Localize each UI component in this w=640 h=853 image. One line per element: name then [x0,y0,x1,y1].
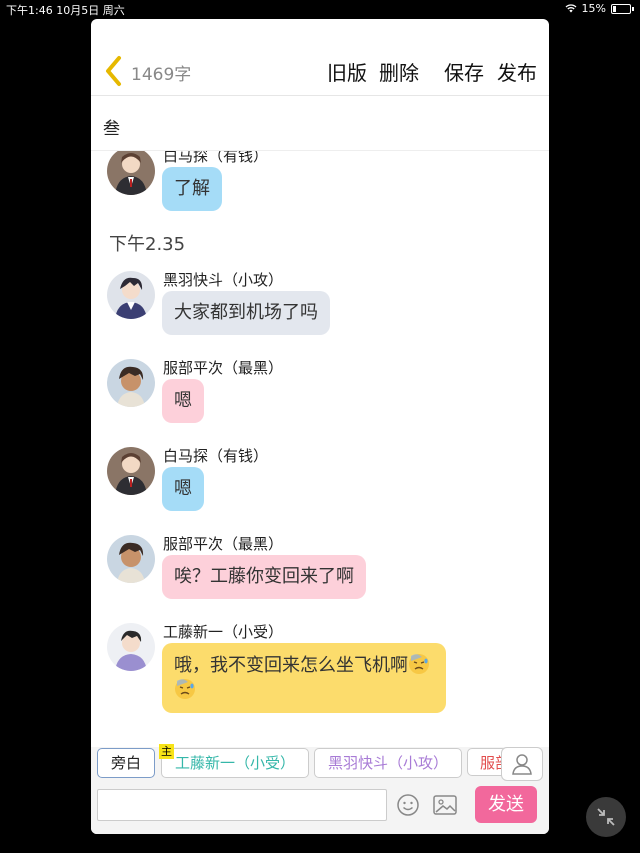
avatar[interactable] [107,359,155,407]
sender-name: 服部平次（最黑） [163,359,284,377]
character-chip-kuroba[interactable]: 黑羽快斗（小攻） [314,748,462,778]
sender-name: 白马探（有钱） [163,151,269,165]
word-count: 1469字 [131,65,192,85]
downcast-sweat-face-icon [175,679,195,699]
image-icon[interactable] [433,794,457,816]
battery-tip [632,6,634,11]
character-chip-kudo[interactable]: 工藤新一（小受） [161,748,309,778]
user-icon [512,754,532,775]
collapse-button[interactable] [586,797,626,837]
save-button[interactable]: 保存 [444,57,484,86]
message-bubble[interactable]: 嗯 [162,467,204,511]
editor-panel: 1469字 旧版 删除 保存 发布 叁 白马探（有钱） 了解 下午2.35 黑羽… [91,19,549,834]
status-right: 15% [565,2,634,15]
timestamp: 下午2.35 [109,234,186,255]
emoji-icon[interactable] [396,793,420,817]
chapter-title[interactable]: 叁 [103,114,120,139]
editor-header: 1469字 旧版 删除 保存 发布 [91,49,549,95]
character-manage-button[interactable] [501,747,543,781]
status-time-date: 下午1:46 10月5日 周六 [6,4,125,17]
sender-name: 白马探（有钱） [163,447,269,465]
message-bubble[interactable]: 大家都到机场了吗 [162,291,330,335]
status-bar: 下午1:46 10月5日 周六 15% [0,0,640,17]
character-chip-narrator[interactable]: 旁白 [97,748,155,778]
battery-icon [611,3,631,14]
message-input[interactable] [97,789,387,821]
sender-name: 服部平次（最黑） [163,535,284,553]
message-bubble[interactable]: 了解 [162,167,222,211]
back-chevron-icon[interactable] [101,54,127,88]
message-bubble[interactable]: 哦，我不变回来怎么坐飞机啊 [162,643,446,713]
header-divider [91,95,549,96]
send-button[interactable]: 发送 [475,786,537,823]
collapse-arrows-icon [597,808,615,826]
main-badge: 主 [159,744,174,759]
sender-name: 黑羽快斗（小攻） [163,271,284,289]
avatar[interactable] [107,271,155,319]
downcast-sweat-face-icon [409,654,429,674]
input-toolbar: 旁白 主 工藤新一（小受） 黑羽快斗（小攻） 服部平次（最黑） 发送 [91,744,549,834]
sender-name: 工藤新一（小受） [163,623,284,641]
avatar[interactable] [107,623,155,671]
wifi-icon [565,4,576,13]
old-version-button[interactable]: 旧版 [327,57,367,86]
message-bubble[interactable]: 唉？工藤你变回来了啊 [162,555,366,599]
message-text: 哦，我不变回来怎么坐飞机啊 [174,655,408,676]
message-bubble[interactable]: 嗯 [162,379,204,423]
chat-area[interactable]: 白马探（有钱） 了解 下午2.35 黑羽快斗（小攻） 大家都到机场了吗 服部平次… [91,151,549,747]
publish-button[interactable]: 发布 [497,57,537,86]
avatar[interactable] [107,447,155,495]
avatar[interactable] [107,535,155,583]
delete-button[interactable]: 删除 [379,57,419,86]
battery-percent: 15% [581,2,606,15]
avatar[interactable] [107,151,155,195]
